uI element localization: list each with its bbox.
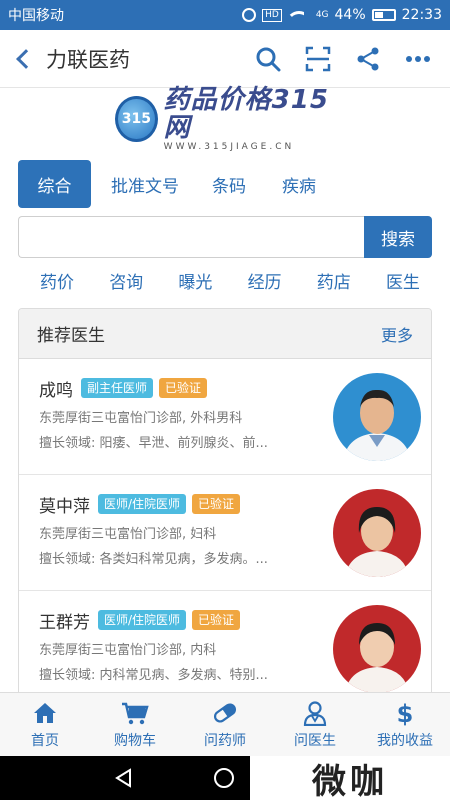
nav-my-earnings[interactable]: $ 我的收益 xyxy=(360,693,450,756)
alarm-icon xyxy=(242,8,257,22)
doctor-name: 王群芳 xyxy=(39,612,90,633)
category-drug-price[interactable]: 药价 xyxy=(40,268,74,298)
doctor-title-badge: 副主任医师 xyxy=(81,378,154,398)
status-bar: 中国移动 HD 4G 44% 22:33 xyxy=(0,0,450,30)
category-exposure[interactable]: 曝光 xyxy=(178,268,212,298)
share-button[interactable] xyxy=(350,41,386,77)
nav-label: 我的收益 xyxy=(377,732,433,749)
doctor-avatar xyxy=(333,605,421,693)
tab-approval-number[interactable]: 批准文号 xyxy=(91,160,199,208)
logo-url: WWW.315JIAGE.CN xyxy=(163,142,295,152)
doctor-specialty: 擅长领域: 阳痿、早泄、前列腺炎、前... xyxy=(39,436,268,451)
page-title: 力联医药 xyxy=(46,47,130,72)
nav-ask-pharmacist[interactable]: 问药师 xyxy=(180,693,270,756)
home-icon xyxy=(34,702,56,723)
panel-header: 推荐医生 更多 xyxy=(19,309,431,359)
watermark-logo: 微咖 xyxy=(250,756,450,800)
category-consult[interactable]: 咨询 xyxy=(109,268,143,298)
doctor-avatar xyxy=(333,373,421,461)
back-arrow-icon xyxy=(16,48,36,69)
triangle-back-icon xyxy=(115,768,131,788)
search-button[interactable] xyxy=(250,41,286,77)
battery-icon xyxy=(371,9,396,21)
doctor-card[interactable]: 成鸣 副主任医师 已验证 东莞厚街三屯富怡门诊部, 外科男科 擅长领域: 阳痿、… xyxy=(19,359,431,475)
verified-badge: 已验证 xyxy=(192,610,241,630)
search-type-tabs: 综合 批准文号 条码 疾病 xyxy=(18,160,432,208)
verified-badge: 已验证 xyxy=(159,378,208,398)
doctor-title-badge: 医师/住院医师 xyxy=(98,494,187,514)
nav-label: 首页 xyxy=(31,732,59,749)
nav-ask-doctor[interactable]: 问医生 xyxy=(270,693,360,756)
nav-label: 问医生 xyxy=(294,732,336,749)
hd-icon: HD xyxy=(262,8,282,22)
more-options-button[interactable] xyxy=(400,41,436,77)
carrier-name: 中国移动 xyxy=(8,8,64,24)
doctor-avatar xyxy=(333,489,421,577)
doctor-name: 莫中萍 xyxy=(39,496,90,517)
recommended-doctors-panel: 推荐医生 更多 成鸣 副主任医师 已验证 东莞厚街三屯富怡门诊部, 外科男科 擅… xyxy=(18,308,432,700)
back-button[interactable] xyxy=(0,30,46,88)
verified-badge: 已验证 xyxy=(192,494,241,514)
dollar-icon: $ xyxy=(397,700,414,726)
network-type: 4G xyxy=(315,10,329,20)
more-dots-icon xyxy=(406,55,430,62)
tab-disease[interactable]: 疾病 xyxy=(259,160,339,208)
category-pharmacy[interactable]: 药店 xyxy=(317,268,351,298)
search-input[interactable] xyxy=(18,216,364,258)
doctor-card[interactable]: 莫中萍 医师/住院医师 已验证 东莞厚街三屯富怡门诊部, 妇科 擅长领域: 各类… xyxy=(19,475,431,591)
doctor-name: 成鸣 xyxy=(39,380,73,401)
tab-barcode[interactable]: 条码 xyxy=(199,160,259,208)
panel-title: 推荐医生 xyxy=(37,326,105,346)
doctor-title-badge: 医师/住院医师 xyxy=(98,610,187,630)
status-icons: HD 4G 44% 22:33 xyxy=(242,7,442,23)
doctor-card[interactable]: 王群芳 医师/住院医师 已验证 东莞厚街三屯富怡门诊部, 内科 擅长领域: 内科… xyxy=(19,591,431,699)
category-links: 药价 咨询 曝光 经历 药店 医生 xyxy=(40,268,420,298)
share-icon xyxy=(357,47,379,70)
logo-315-badge: 315 xyxy=(115,96,158,142)
battery-percent: 44% xyxy=(334,7,366,23)
clock: 22:33 xyxy=(401,7,442,23)
tab-comprehensive[interactable]: 综合 xyxy=(18,160,91,208)
system-nav-bar: 微咖 xyxy=(0,756,450,800)
search-submit-button[interactable]: 搜索 xyxy=(364,216,432,258)
bottom-nav: 首页 购物车 问药师 问医生 $ 我的收益 xyxy=(0,692,450,756)
search-bar: 搜索 xyxy=(18,216,432,258)
cart-icon xyxy=(122,702,149,724)
circle-home-icon xyxy=(214,768,234,788)
more-link[interactable]: 更多 xyxy=(381,322,413,346)
search-icon xyxy=(256,47,281,71)
site-logo: 315 药品价格315网 WWW.315JIAGE.CN xyxy=(115,86,340,152)
app-header: 力联医药 xyxy=(0,30,450,88)
nav-home[interactable]: 首页 xyxy=(0,693,90,756)
logo-title: 药品价格315网 xyxy=(163,85,329,143)
pill-icon xyxy=(213,702,237,723)
wifi-icon xyxy=(287,9,304,21)
nav-label: 问药师 xyxy=(204,732,246,749)
scan-button[interactable] xyxy=(300,41,336,77)
doctor-specialty: 擅长领域: 内科常见病、多发病、特别... xyxy=(39,668,268,683)
nav-cart[interactable]: 购物车 xyxy=(90,693,180,756)
doctor-specialty: 擅长领域: 各类妇科常见病，多发病。... xyxy=(39,552,268,567)
category-experience[interactable]: 经历 xyxy=(248,268,282,298)
scan-icon xyxy=(305,46,331,71)
category-doctor[interactable]: 医生 xyxy=(386,268,420,298)
doctor-icon xyxy=(303,700,327,726)
svg-text:$: $ xyxy=(397,700,414,726)
system-back-button[interactable] xyxy=(74,756,174,800)
nav-label: 购物车 xyxy=(114,732,156,749)
